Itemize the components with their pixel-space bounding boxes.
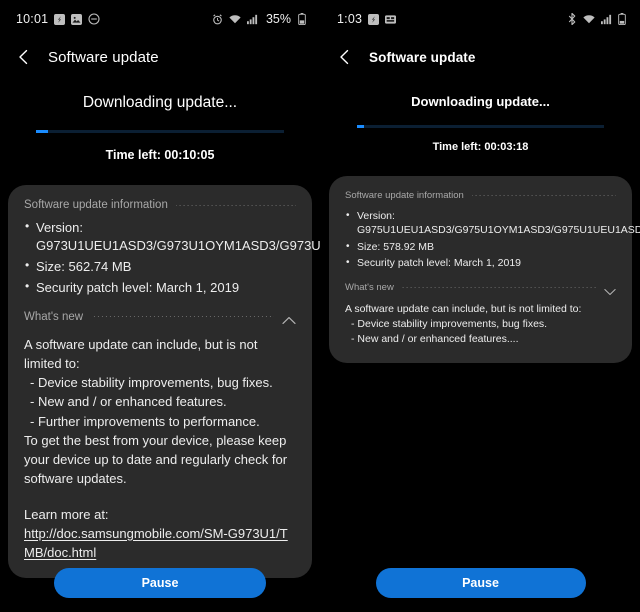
bluetooth-icon	[567, 13, 577, 25]
signal-icon	[601, 14, 612, 25]
status-time: 10:01	[16, 12, 49, 26]
time-left-label: Time left: 00:10:05	[105, 148, 215, 162]
screen-right: 1:03 Software update Downloading update.…	[320, 0, 640, 612]
sd-card-icon	[385, 14, 397, 25]
whats-new-bullet: - New and / or enhanced features.	[30, 394, 227, 410]
dotted-divider	[401, 286, 596, 288]
list-item: Size: 578.92 MB	[345, 240, 616, 254]
whats-new-label: What's new	[24, 310, 84, 323]
screen-left: 10:01 35% Software update Downloading up…	[0, 0, 397, 612]
list-item: Size: 562.74 MB	[24, 257, 296, 276]
whats-new-body: A software update can include, but is no…	[24, 335, 296, 563]
download-title: Downloading update...	[82, 94, 238, 111]
app-bar: Software update	[321, 38, 640, 76]
status-bar-right: 35%	[212, 12, 306, 26]
footer: Pause	[0, 568, 320, 598]
dual-screenshot-container: 10:01 35% Software update Downloading up…	[0, 0, 640, 612]
signal-icon	[246, 14, 258, 25]
battery-percent: 35%	[265, 12, 291, 26]
dotted-divider	[175, 204, 296, 206]
wifi-icon	[229, 14, 241, 25]
pause-button[interactable]: Pause	[54, 568, 266, 598]
status-bar: 1:03	[321, 0, 640, 38]
status-time: 1:03	[337, 12, 363, 26]
whats-new-label: What's new	[345, 281, 394, 293]
do-not-disturb-icon	[88, 13, 100, 25]
dotted-divider	[91, 316, 274, 318]
progress-bar-fill	[36, 130, 49, 133]
back-arrow-icon[interactable]	[337, 49, 353, 65]
whats-new-intro: A software update can include, but is no…	[345, 302, 582, 315]
download-status-section: Downloading update... Time left: 00:03:1…	[321, 76, 640, 153]
software-update-information-card: Software update information Version: G97…	[8, 185, 397, 579]
list-item: Security patch level: March 1, 2019	[345, 256, 616, 270]
whats-new-body: A software update can include, but is no…	[345, 302, 616, 347]
music-note-icon	[368, 13, 380, 25]
status-bar: 10:01 35%	[0, 0, 320, 38]
whats-new-bullet: - New and / or enhanced features....	[351, 332, 519, 345]
back-arrow-icon[interactable]	[16, 49, 32, 65]
software-update-information-card: Software update information Version: G97…	[329, 176, 640, 363]
progress-bar-fill	[357, 125, 365, 128]
battery-icon	[298, 13, 306, 25]
update-meta-list: Version: G973U1UEU1ASD3/G973U1OYM1ASD3/G…	[24, 218, 397, 297]
music-note-icon	[54, 13, 66, 25]
status-bar-left: 1:03	[337, 12, 397, 26]
time-left-label: Time left: 00:03:18	[432, 141, 529, 153]
footer: Pause	[321, 568, 640, 598]
whats-new-bullet: - Device stability improvements, bug fix…	[30, 375, 273, 391]
dotted-divider	[471, 195, 616, 196]
list-item: Version: G973U1UEU1ASD3/G973U1OYM1ASD3/G…	[24, 218, 397, 255]
download-status-section: Downloading update... Time left: 00:10:0…	[0, 76, 320, 162]
whats-new-bullet: - Device stability improvements, bug fix…	[351, 317, 548, 330]
card-header: Software update information	[24, 199, 296, 211]
wifi-icon	[583, 14, 595, 25]
learn-more-link[interactable]: http://doc.samsungmobile.com/SM-G973U1/T…	[24, 524, 296, 562]
alarm-icon	[212, 13, 223, 25]
download-title: Downloading update...	[411, 94, 550, 109]
app-bar: Software update	[0, 38, 320, 76]
list-item: Version: G975U1UEU1ASD3/G975U1OYM1ASD3/G…	[345, 209, 640, 238]
whats-new-intro: A software update can include, but is no…	[24, 336, 258, 371]
update-meta-list: Version: G975U1UEU1ASD3/G975U1OYM1ASD3/G…	[345, 209, 640, 271]
chevron-up-icon[interactable]	[282, 312, 296, 325]
page-title: Software update	[48, 48, 159, 66]
whats-new-toggle[interactable]: What's new	[345, 281, 616, 296]
image-icon	[71, 13, 83, 25]
list-item: Security patch level: March 1, 2019	[24, 278, 296, 297]
status-bar-right	[567, 13, 626, 25]
page-title: Software update	[369, 49, 476, 65]
pause-button[interactable]: Pause	[375, 568, 586, 598]
whats-new-bullet: - Further improvements to performance.	[30, 413, 260, 429]
status-bar-left: 10:01	[16, 12, 100, 26]
learn-more-label: Learn more at:	[24, 506, 109, 522]
progress-bar-track	[36, 130, 284, 133]
battery-icon	[618, 13, 626, 25]
card-header-label: Software update information	[345, 190, 464, 201]
card-header: Software update information	[345, 190, 616, 201]
chevron-down-icon[interactable]	[604, 283, 616, 296]
card-header-label: Software update information	[24, 199, 168, 211]
whats-new-toggle[interactable]: What's new	[24, 310, 296, 325]
progress-bar-track	[357, 125, 604, 128]
whats-new-outro: To get the best from your device, please…	[24, 432, 288, 487]
